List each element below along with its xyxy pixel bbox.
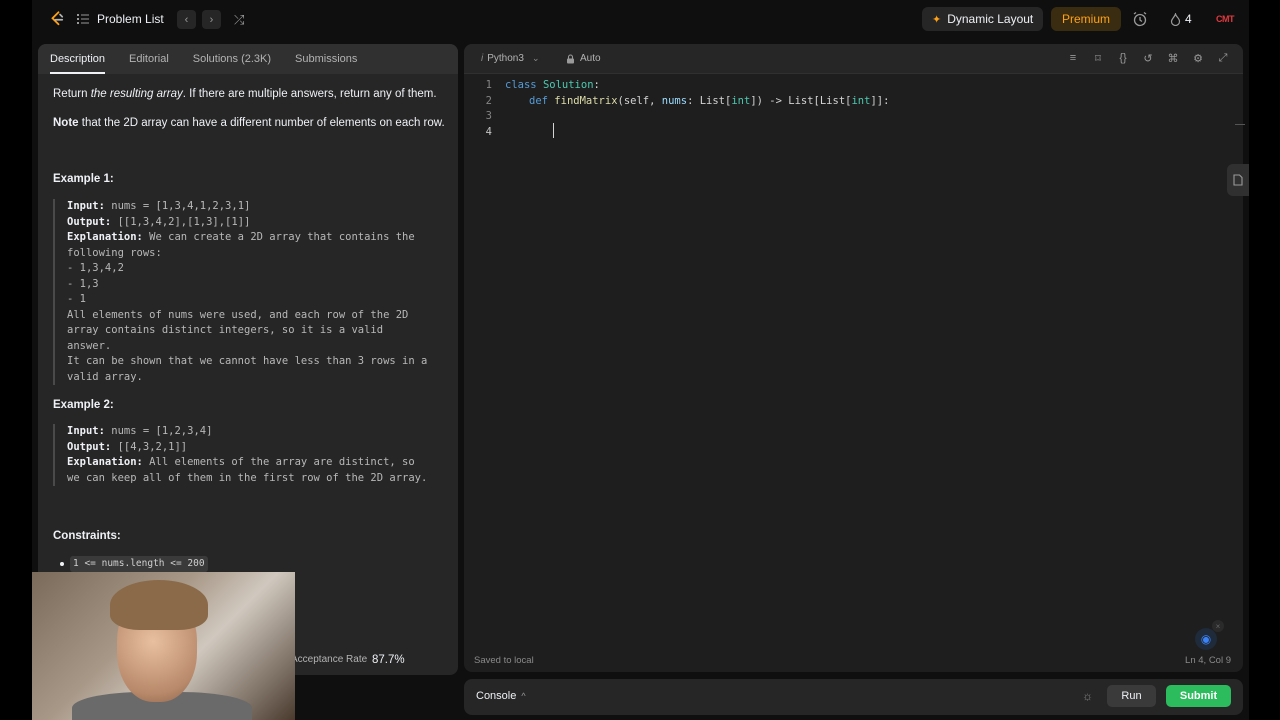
editor-toolbar: i Python3 ⌄ Auto ≡ ⌑ {} ↺ ⌘ ⚙ ⤢ (464, 44, 1243, 74)
scrollbar-marker (1235, 124, 1245, 125)
webcam-overlay (32, 572, 295, 720)
debug-icon[interactable]: ☼ (1082, 689, 1093, 703)
chevron-up-icon: ^ (521, 691, 526, 701)
run-button[interactable]: Run (1107, 685, 1156, 707)
chat-bubble-icon[interactable]: ◉ (1195, 628, 1217, 650)
code-editor-panel: i Python3 ⌄ Auto ≡ ⌑ {} ↺ ⌘ ⚙ ⤢ 1 2 3 4 … (464, 44, 1243, 672)
tab-editorial[interactable]: Editorial (117, 44, 181, 74)
text-cursor (553, 123, 554, 138)
streak-counter[interactable]: 4 (1170, 12, 1192, 26)
settings-icon[interactable]: ⚙ (1192, 52, 1204, 65)
auto-mode[interactable]: Auto (566, 53, 601, 64)
code-line-2: def findMatrix(self, nums: List[int]) ->… (529, 94, 890, 107)
leetcode-logo[interactable] (48, 10, 66, 28)
shuffle-icon[interactable]: ⤮ (234, 12, 244, 28)
line-number: 1 (485, 79, 492, 91)
document-icon (1233, 174, 1243, 186)
tab-description[interactable]: Description (50, 44, 117, 74)
note-paragraph: Note that the 2D array can have a differ… (53, 117, 445, 129)
sparkle-icon: ✦ (932, 13, 942, 26)
close-icon[interactable]: × (1212, 620, 1224, 632)
premium-button[interactable]: Premium (1051, 7, 1122, 31)
chevron-right-icon: › (209, 13, 214, 26)
constraints-title: Constraints: (53, 530, 121, 542)
top-navbar: Problem List ‹ › ⤮ ✦ Dynamic Layout Prem… (32, 0, 1249, 38)
tab-submissions[interactable]: Submissions (283, 44, 369, 74)
line-number-current: 4 (485, 125, 492, 138)
streak-count: 4 (1185, 12, 1192, 26)
acceptance-rate-label: Acceptance Rate (291, 654, 368, 665)
language-prefix: i (481, 53, 484, 64)
code-line-1: class Solution: (505, 79, 600, 91)
cursor-position: Ln 4, Col 9 (1185, 655, 1231, 666)
webcam-hair (110, 580, 208, 630)
console-label: Console (476, 690, 517, 702)
tab-solutions[interactable]: Solutions (2.3K) (181, 44, 283, 74)
reset-icon[interactable]: ↺ (1142, 52, 1154, 65)
language-value: Python3 (487, 53, 524, 64)
alarm-clock-icon[interactable] (1132, 11, 1148, 27)
problem-list-icon[interactable] (77, 13, 89, 25)
return-paragraph: Return the resulting array. If there are… (53, 88, 437, 100)
language-select[interactable]: i Python3 ⌄ (481, 53, 539, 64)
example1-title: Example 1: (53, 173, 114, 185)
flame-icon (1170, 12, 1181, 26)
chevron-down-icon: ⌄ (531, 53, 540, 63)
dynamic-layout-label: Dynamic Layout (947, 12, 1034, 26)
submit-button[interactable]: Submit (1166, 685, 1231, 707)
lock-icon (567, 53, 574, 63)
left-tabs: Description Editorial Solutions (2.3K) S… (38, 44, 458, 74)
dynamic-layout-button[interactable]: ✦ Dynamic Layout (922, 7, 1044, 31)
chevron-left-icon: ‹ (184, 13, 189, 26)
constraint-item: 1 <= nums.length <= 200 (60, 556, 208, 572)
console-bar: Console ^ ☼ Run Submit (464, 679, 1243, 715)
side-notes-tab[interactable] (1227, 164, 1249, 196)
example2-title: Example 2: (53, 399, 114, 411)
problem-list-link[interactable]: Problem List (97, 12, 164, 26)
expand-icon[interactable]: ⤢ (1217, 52, 1229, 65)
format-icon[interactable]: ≡ (1067, 52, 1079, 65)
console-toggle[interactable]: Console ^ (476, 690, 526, 702)
save-status: Saved to local (474, 655, 534, 666)
auto-label: Auto (580, 53, 601, 64)
app-window: Problem List ‹ › ⤮ ✦ Dynamic Layout Prem… (32, 0, 1249, 720)
avatar[interactable]: CMT (1215, 11, 1235, 27)
prev-problem-button[interactable]: ‹ (177, 10, 196, 29)
bookmark-icon[interactable]: ⌑ (1092, 52, 1104, 65)
braces-icon[interactable]: {} (1117, 52, 1129, 65)
example1-block: Input: nums = [1,3,4,1,2,3,1] Output: [[… (53, 199, 427, 385)
shortcuts-icon[interactable]: ⌘ (1167, 52, 1179, 65)
bullet (60, 561, 64, 566)
next-problem-button[interactable]: › (202, 10, 221, 29)
line-number: 3 (485, 110, 492, 122)
editor-icon-group: ≡ ⌑ {} ↺ ⌘ ⚙ ⤢ (1067, 52, 1229, 65)
example2-block: Input: nums = [1,2,3,4] Output: [[4,3,2,… (53, 424, 427, 486)
line-number: 2 (485, 94, 492, 107)
constraint-code: 1 <= nums.length <= 200 (70, 556, 208, 572)
acceptance-rate-value: 87.7% (372, 654, 405, 666)
